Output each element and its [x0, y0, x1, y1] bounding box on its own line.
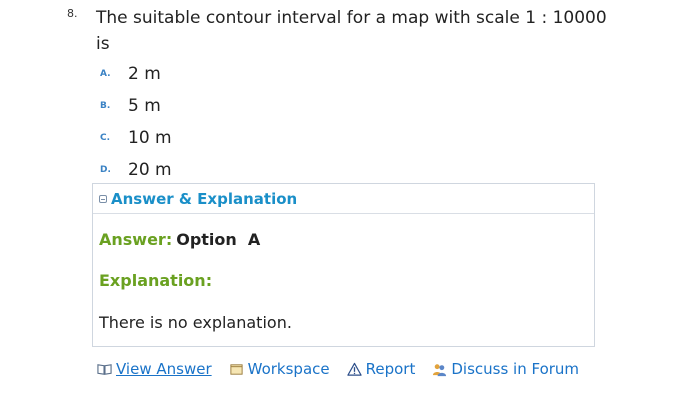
report-label[interactable]: Report [366, 360, 416, 378]
option-b[interactable]: B. 5 m [100, 90, 172, 122]
explanation-label: Explanation: [99, 271, 213, 290]
warning-icon [346, 362, 362, 376]
answer-value: Option A [176, 230, 261, 249]
option-text: 10 m [128, 128, 172, 148]
option-letter: C. [100, 133, 111, 143]
option-c[interactable]: C. 10 m [100, 122, 172, 154]
question-text: The suitable contour interval for a map … [96, 8, 607, 54]
answer-panel: Answer & Explanation Answer: Option A Exp… [92, 183, 595, 347]
option-text: 5 m [128, 96, 161, 116]
option-letter: D. [100, 165, 111, 175]
option-a[interactable]: A. 2 m [100, 58, 172, 90]
option-d[interactable]: D. 20 m [100, 154, 172, 186]
workspace-link[interactable]: Workspace [229, 360, 330, 378]
explanation-text: There is no explanation. [99, 313, 292, 332]
option-text: 20 m [128, 160, 172, 180]
option-text: 2 m [128, 64, 161, 84]
question-number: 8. [67, 7, 78, 20]
answer-label: Answer: [99, 230, 173, 249]
workspace-label[interactable]: Workspace [248, 360, 330, 378]
answer-line: Answer: Option A [99, 230, 260, 249]
options-list: A. 2 m B. 5 m C. 10 m D. 20 m [100, 58, 172, 186]
view-answer-link[interactable]: View Answer [97, 360, 212, 378]
action-links: View Answer Workspace Report Discuss in … [97, 360, 596, 378]
option-letter: A. [100, 69, 111, 79]
option-letter: B. [100, 101, 111, 111]
view-answer-label[interactable]: View Answer [116, 360, 212, 378]
collapse-icon[interactable] [99, 194, 107, 203]
book-icon [97, 363, 112, 375]
discuss-label[interactable]: Discuss in Forum [451, 360, 579, 378]
answer-panel-title[interactable]: Answer & Explanation [111, 190, 297, 208]
discuss-link[interactable]: Discuss in Forum [432, 360, 579, 378]
users-icon [433, 363, 447, 376]
notepad-icon [230, 363, 243, 375]
answer-panel-header[interactable]: Answer & Explanation [93, 184, 594, 214]
report-link[interactable]: Report [346, 360, 416, 378]
